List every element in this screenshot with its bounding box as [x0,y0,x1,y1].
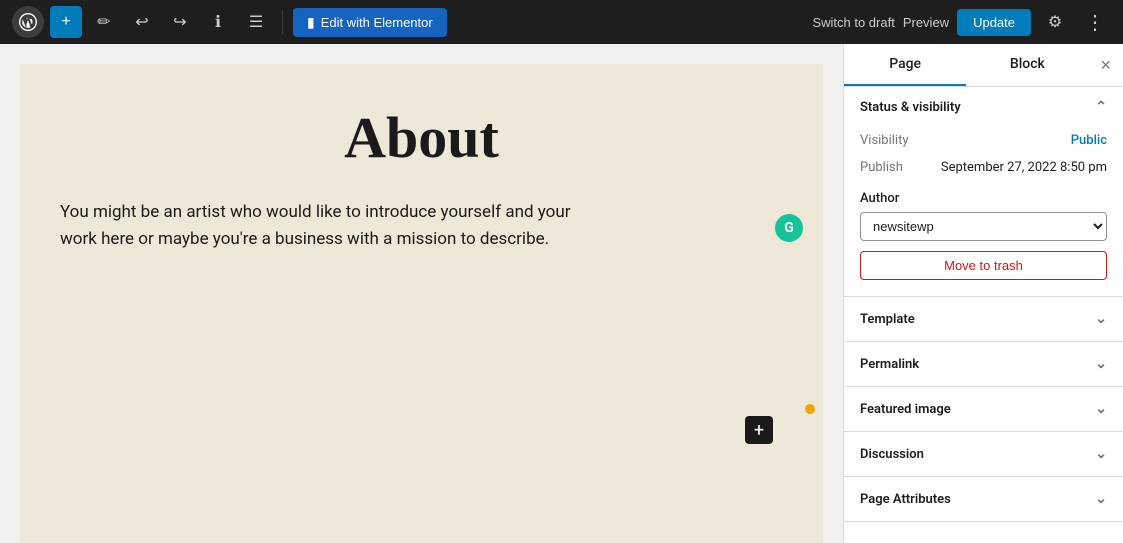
page-heading: About [344,104,499,171]
move-to-trash-button[interactable]: Move to trash [860,251,1107,280]
status-visibility-chevron: ⌃ [1095,99,1107,115]
info-button[interactable]: ℹ [202,6,234,38]
discussion-chevron: ⌄ [1095,446,1107,462]
author-section: Author newsitewp [860,191,1107,251]
elementor-icon: ▮ [307,14,315,31]
toolbar-left: + ✏ ↩ ↪ ℹ ☰ ▮ Edit with Elementor [12,6,447,38]
settings-button[interactable]: ⚙ [1039,6,1071,38]
add-block-toolbar-button[interactable]: + [50,6,82,38]
visibility-value[interactable]: Public [1071,133,1107,148]
edit-tool-button[interactable]: ✏ [88,6,120,38]
list-view-button[interactable]: ☰ [240,6,272,38]
permalink-title: Permalink [860,357,919,372]
visibility-label: Visibility [860,133,909,148]
status-visibility-body: Visibility Public Publish September 27, … [844,127,1123,296]
permalink-section: Permalink ⌄ [844,342,1123,387]
main-area: About You might be an artist who would l… [0,44,1123,543]
toolbar-divider [282,10,283,34]
page-attributes-header[interactable]: Page Attributes ⌄ [844,477,1123,521]
edit-with-elementor-button[interactable]: ▮ Edit with Elementor [293,8,447,37]
discussion-section: Discussion ⌄ [844,432,1123,477]
toolbar-right: Switch to draft Preview Update ⚙ ⋮ [812,6,1111,38]
edit-elementor-label: Edit with Elementor [321,15,433,30]
template-title: Template [860,312,915,327]
author-label: Author [860,191,1107,206]
status-visibility-header[interactable]: Status & visibility ⌃ [844,87,1123,127]
undo-button[interactable]: ↩ [126,6,158,38]
page-attributes-title: Page Attributes [860,492,951,507]
redo-button[interactable]: ↪ [164,6,196,38]
page-attributes-section: Page Attributes ⌄ [844,477,1123,522]
sidebar-panel: Page Block × Status & visibility ⌃ Visib… [843,44,1123,543]
page-canvas: About You might be an artist who would l… [20,64,823,543]
orange-indicator-dot [805,404,815,414]
tab-block[interactable]: Block [966,44,1088,86]
main-toolbar: + ✏ ↩ ↪ ℹ ☰ ▮ Edit with Elementor Switch… [0,0,1123,44]
featured-image-title: Featured image [860,402,951,417]
permalink-header[interactable]: Permalink ⌄ [844,342,1123,386]
template-chevron: ⌄ [1095,311,1107,327]
publish-label: Publish [860,160,903,175]
visibility-row: Visibility Public [860,127,1107,154]
page-attributes-chevron: ⌄ [1095,491,1107,507]
sidebar-header: Page Block × [844,44,1123,87]
publish-row: Publish September 27, 2022 8:50 pm [860,154,1107,181]
featured-image-chevron: ⌄ [1095,401,1107,417]
discussion-title: Discussion [860,447,924,462]
featured-image-section: Featured image ⌄ [844,387,1123,432]
author-select[interactable]: newsitewp [860,212,1107,241]
sidebar-content: Status & visibility ⌃ Visibility Public … [844,87,1123,543]
add-block-canvas-button[interactable]: + [745,416,773,444]
switch-draft-button[interactable]: Switch to draft [812,15,894,30]
discussion-header[interactable]: Discussion ⌄ [844,432,1123,476]
featured-image-header[interactable]: Featured image ⌄ [844,387,1123,431]
template-header[interactable]: Template ⌄ [844,297,1123,341]
status-visibility-section: Status & visibility ⌃ Visibility Public … [844,87,1123,297]
tab-page[interactable]: Page [844,44,966,86]
wordpress-logo[interactable] [12,6,44,38]
canvas-area[interactable]: About You might be an artist who would l… [0,44,843,543]
more-options-button[interactable]: ⋮ [1079,6,1111,38]
status-visibility-title: Status & visibility [860,100,961,115]
preview-button[interactable]: Preview [903,15,949,30]
permalink-chevron: ⌄ [1095,356,1107,372]
update-button[interactable]: Update [957,9,1031,36]
sidebar-close-button[interactable]: × [1089,47,1123,84]
grammarly-badge: G [775,214,803,242]
page-body-text: You might be an artist who would like to… [60,199,580,253]
publish-value: September 27, 2022 8:50 pm [941,160,1107,175]
template-section: Template ⌄ [844,297,1123,342]
